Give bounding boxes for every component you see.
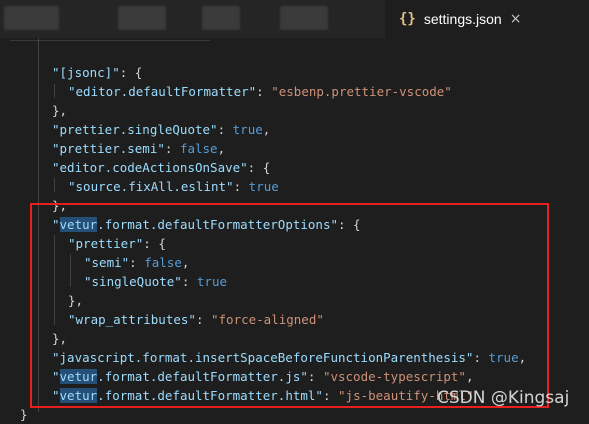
code-line[interactable]: "vetur.format.defaultFormatterOptions": …	[52, 215, 361, 234]
tab-settings-json[interactable]: {} settings.json ×	[385, 0, 589, 38]
code-line[interactable]: "[jsonc]": {	[52, 63, 142, 82]
code-token: : {	[338, 217, 361, 232]
code-token: :	[195, 312, 211, 327]
code-token: :	[217, 122, 233, 137]
code-line[interactable]: "vetur.format.defaultFormatter.js": "vsc…	[52, 367, 473, 386]
code-token: },	[52, 331, 68, 346]
code-token: "	[52, 388, 60, 403]
close-icon[interactable]: ×	[510, 11, 522, 27]
code-line[interactable]: "editor.defaultFormatter": "esbenp.prett…	[68, 82, 452, 101]
code-token: true	[488, 350, 519, 365]
code-token: :	[233, 179, 249, 194]
code-token: "prettier"	[68, 236, 144, 251]
code-token: "[jsonc]"	[52, 65, 120, 80]
code-line[interactable]: "prettier.semi": false,	[52, 139, 225, 158]
code-token: :	[164, 141, 180, 156]
code-line[interactable]: },	[68, 291, 83, 310]
code-token: ,	[181, 255, 190, 270]
code-token: "javascript.format.insertSpaceBeforeFunc…	[52, 350, 474, 365]
code-token: "editor.defaultFormatter"	[68, 84, 257, 99]
code-token: true	[232, 122, 263, 137]
code-token: .format.defaultFormatter.js"	[97, 369, 308, 384]
code-token: :	[181, 274, 197, 289]
code-line[interactable]: },	[52, 196, 67, 215]
code-line[interactable]: "source.fixAll.eslint": true	[68, 177, 279, 196]
code-token: :	[256, 84, 272, 99]
code-token: ,	[217, 141, 226, 156]
code-token: "semi"	[84, 255, 130, 270]
indent-guide	[54, 235, 55, 325]
watermark: CSDN @Kingsaj	[437, 388, 570, 408]
code-token: },	[68, 293, 84, 308]
code-token: "vscode-typescript"	[322, 369, 466, 384]
code-token: vetur	[59, 217, 98, 232]
cut-off-line	[10, 38, 210, 41]
code-token: :	[322, 388, 339, 403]
code-token: "source.fixAll.eslint"	[68, 179, 234, 194]
code-token: : {	[143, 236, 166, 251]
blurred-tab[interactable]	[280, 6, 328, 30]
code-line[interactable]: "prettier": {	[68, 234, 166, 253]
code-token: .format.defaultFormatter.html"	[97, 388, 323, 403]
code-line[interactable]: "vetur.format.defaultFormatter.html": "j…	[52, 386, 473, 405]
json-braces-icon: {}	[399, 11, 416, 27]
code-token: "	[52, 369, 60, 384]
code-token: "esbenp.prettier-vscode"	[271, 84, 452, 99]
indent-guide	[54, 178, 55, 192]
code-token: "	[52, 217, 60, 232]
code-token: },	[52, 103, 68, 118]
tab-bar: {} settings.json ×	[0, 0, 589, 38]
code-token: ,	[518, 350, 527, 365]
code-line[interactable]: "singleQuote": true	[84, 272, 227, 291]
code-token: },	[52, 198, 68, 213]
code-token: :	[473, 350, 489, 365]
code-line[interactable]: "semi": false,	[84, 253, 189, 272]
code-token: :	[307, 369, 323, 384]
indent-guide	[70, 254, 71, 287]
code-token: "wrap_attributes"	[68, 312, 196, 327]
code-token: ,	[262, 122, 271, 137]
indent-guide	[38, 38, 39, 412]
code-line[interactable]: "javascript.format.insertSpaceBeforeFunc…	[52, 348, 526, 367]
code-token: false	[144, 255, 182, 270]
code-line[interactable]: },	[52, 101, 67, 120]
tab-title: settings.json	[423, 11, 502, 27]
code-line[interactable]: "wrap_attributes": "force-aligned"	[68, 310, 324, 329]
code-token: "editor.codeActionsOnSave"	[52, 160, 248, 175]
code-token: "singleQuote"	[84, 274, 182, 289]
code-line[interactable]: "prettier.singleQuote": true,	[52, 120, 270, 139]
code-token: ,	[465, 369, 474, 384]
blurred-tab[interactable]	[4, 6, 59, 30]
code-line[interactable]: },	[52, 329, 67, 348]
blurred-tab[interactable]	[202, 6, 240, 30]
code-line[interactable]: "editor.codeActionsOnSave": {	[52, 158, 270, 177]
code-token: :	[129, 255, 145, 270]
code-token: "force-aligned"	[211, 312, 324, 327]
blurred-tab[interactable]	[118, 6, 166, 30]
code-token: vetur	[59, 369, 98, 384]
code-editor[interactable]: "[jsonc]": {"editor.defaultFormatter": "…	[0, 38, 589, 424]
code-token: vetur	[59, 388, 98, 403]
code-token: .format.defaultFormatterOptions"	[97, 217, 338, 232]
code-token: "prettier.singleQuote"	[52, 122, 218, 137]
code-token: "prettier.semi"	[52, 141, 165, 156]
indent-guide	[54, 84, 55, 98]
code-token: : {	[247, 160, 271, 175]
code-line[interactable]: }	[20, 405, 28, 424]
code-token: true	[248, 179, 279, 194]
code-token: true	[196, 274, 228, 289]
code-token: : {	[119, 65, 143, 80]
code-token: }	[20, 407, 28, 422]
code-token: false	[179, 141, 218, 156]
